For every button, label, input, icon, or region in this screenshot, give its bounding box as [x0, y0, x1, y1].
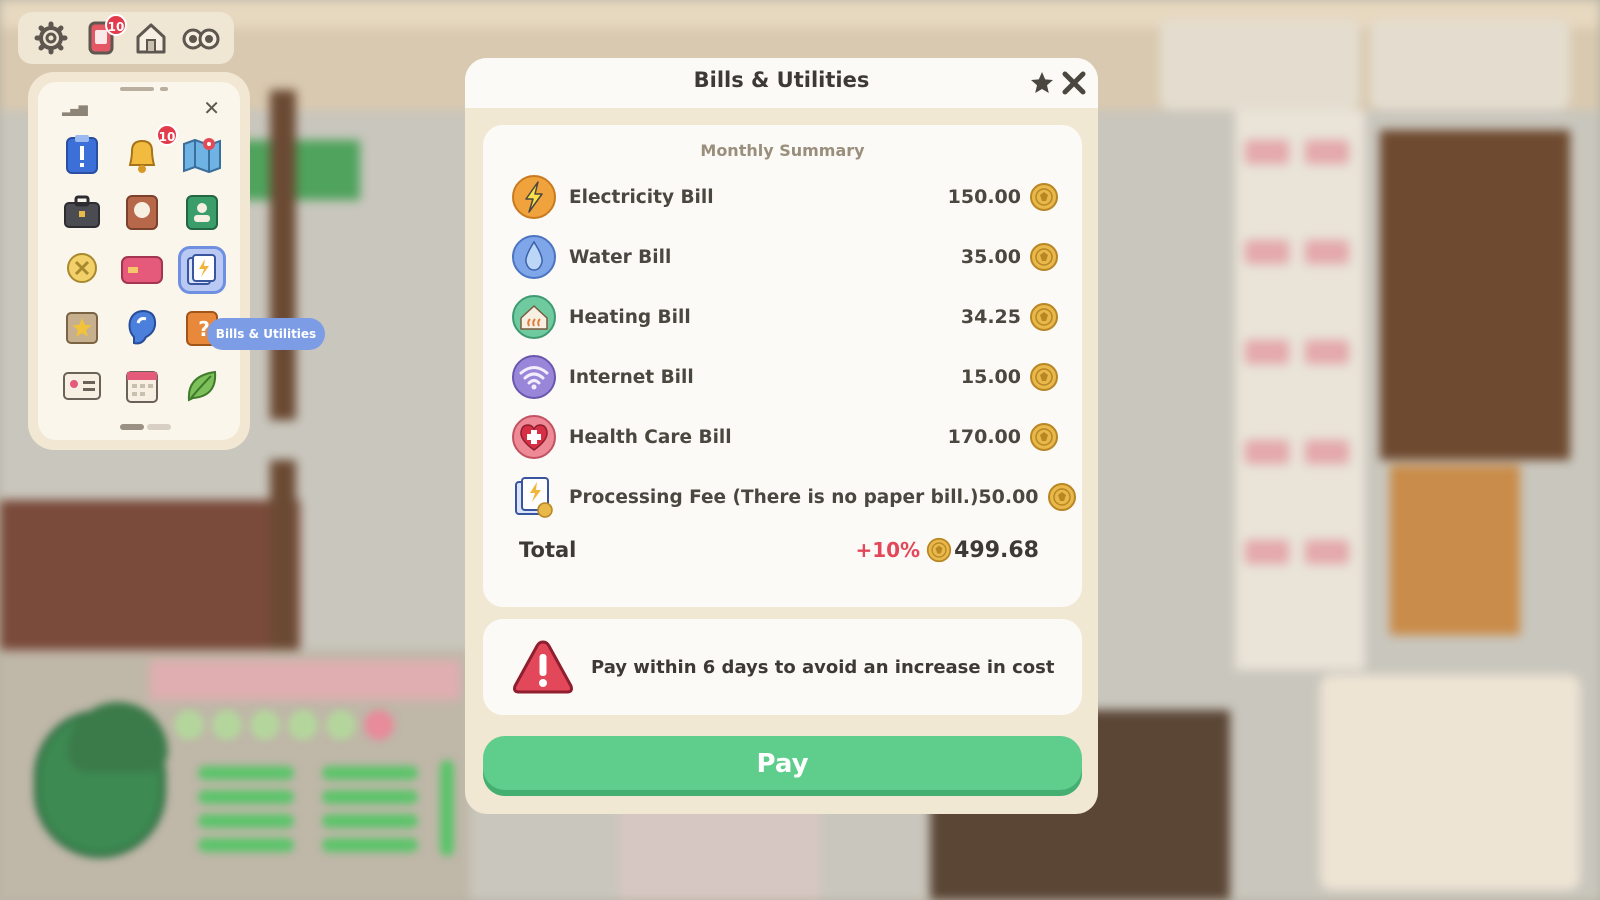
- leaf-icon: [187, 370, 217, 402]
- bill-row-water: Water Bill 35.00: [511, 232, 1059, 282]
- signal-icon: ▂▄▆: [62, 102, 88, 116]
- hud-top-bar: 10: [18, 12, 234, 64]
- coin-icon: [926, 537, 952, 563]
- app-grid: 10 ?: [58, 124, 238, 410]
- bill-row-heating: Heating Bill 34.25: [511, 292, 1059, 342]
- close-dialog-button[interactable]: [1057, 66, 1091, 100]
- profile-app-button[interactable]: [58, 362, 106, 410]
- favorite-button[interactable]: [1025, 66, 1059, 100]
- bill-amount: 35.00: [960, 246, 1021, 268]
- coin-icon: [1029, 182, 1059, 212]
- coin-icon: [1029, 422, 1059, 452]
- lightning-icon: [511, 174, 557, 220]
- phone-button[interactable]: 10: [81, 14, 127, 58]
- bank-app-button[interactable]: [118, 246, 166, 294]
- calendar-app-button[interactable]: [118, 362, 166, 410]
- contacts-book-icon: [186, 195, 218, 230]
- contacts-app-button[interactable]: [178, 188, 226, 236]
- calendar-icon: [126, 371, 158, 403]
- home-button[interactable]: [131, 18, 171, 58]
- credit-card-icon: [121, 256, 163, 284]
- bill-name: Water Bill: [569, 246, 672, 268]
- late-increase-percent: +10%: [855, 538, 921, 562]
- total-row: Total +10% 499.68: [519, 530, 1039, 570]
- house-heat-icon: [511, 294, 557, 340]
- bill-amount: 170.00: [947, 426, 1021, 448]
- phone-menu-panel: ▂▄▆ ✕ 10 ?: [28, 72, 250, 450]
- bill-card-icon: [511, 474, 557, 520]
- coin-icon: [1029, 242, 1059, 272]
- gear-icon: [34, 21, 68, 55]
- app-tooltip: Bills & Utilities: [207, 318, 325, 350]
- nature-app-button[interactable]: [178, 362, 226, 410]
- bill-row-processing-fee: Processing Fee (There is no paper bill.)…: [511, 472, 1076, 522]
- total-label: Total: [519, 538, 577, 562]
- bill-amount: 150.00: [947, 186, 1021, 208]
- player-status-panel: [22, 690, 462, 890]
- achievements-app-button[interactable]: [58, 304, 106, 352]
- bill-name: Health Care Bill: [569, 426, 732, 448]
- notifications-app-button[interactable]: 10: [118, 124, 178, 178]
- coin-icon: [1029, 302, 1059, 332]
- binoculars-icon: [182, 28, 220, 50]
- water-drop-icon: [511, 234, 557, 280]
- ear-icon: [128, 309, 157, 345]
- skills-app-button[interactable]: [58, 246, 106, 294]
- bills-icon: [187, 254, 216, 285]
- map-app-button[interactable]: [178, 130, 226, 178]
- dialog-title: Bills & Utilities: [693, 68, 870, 92]
- skill-bulb-icon: [67, 253, 97, 283]
- bill-row-internet: Internet Bill 15.00: [511, 352, 1059, 402]
- bill-name: Electricity Bill: [569, 186, 714, 208]
- quests-app-button[interactable]: [58, 130, 106, 178]
- monthly-summary-card: Monthly Summary Electricity Bill 150.00: [483, 125, 1082, 607]
- bill-amount: 50.00: [978, 486, 1039, 508]
- bill-row-electricity: Electricity Bill 150.00: [511, 172, 1059, 222]
- map-icon: [183, 138, 221, 174]
- close-icon[interactable]: ✕: [203, 98, 220, 118]
- bills-utilities-dialog: Bills & Utilities Monthly Summary Electr…: [465, 58, 1098, 814]
- summary-heading: Monthly Summary: [700, 141, 865, 160]
- binoculars-button[interactable]: [181, 18, 221, 58]
- star-badge-icon: [66, 312, 98, 344]
- bill-amount: 15.00: [960, 366, 1021, 388]
- id-card-icon: [63, 372, 101, 400]
- dialog-header: Bills & Utilities: [465, 58, 1098, 108]
- jobs-app-button[interactable]: [58, 188, 106, 236]
- coin-icon: [1029, 362, 1059, 392]
- recipes-app-button[interactable]: [118, 188, 166, 236]
- listen-app-button[interactable]: [118, 304, 166, 352]
- settings-button[interactable]: [31, 18, 71, 58]
- bill-name: Processing Fee (There is no paper bill.): [569, 486, 979, 508]
- page-indicator: [120, 424, 171, 430]
- bills-utilities-app-button[interactable]: [178, 246, 226, 294]
- close-icon: [1062, 71, 1086, 95]
- clipboard-alert-icon: [66, 135, 98, 174]
- bill-amount: 34.25: [960, 306, 1021, 328]
- payment-warning: Pay within 6 days to avoid an increase i…: [483, 619, 1082, 715]
- bill-name: Internet Bill: [569, 366, 694, 388]
- star-icon: [1031, 72, 1053, 93]
- home-icon: [136, 23, 166, 54]
- bill-row-health-care: Health Care Bill 170.00: [511, 412, 1059, 462]
- total-amount: 499.68: [954, 537, 1039, 563]
- warning-text: Pay within 6 days to avoid an increase i…: [591, 656, 1055, 678]
- briefcase-icon: [64, 195, 100, 228]
- heart-cross-icon: [511, 414, 557, 460]
- warning-triangle-icon: [513, 640, 573, 694]
- bill-name: Heating Bill: [569, 306, 691, 328]
- pay-button[interactable]: Pay: [483, 736, 1082, 796]
- recipe-book-icon: [126, 195, 158, 230]
- wifi-icon: [511, 354, 557, 400]
- phone-notification-badge: 10: [105, 14, 127, 36]
- notifications-badge: 10: [156, 124, 178, 146]
- coin-icon: [1047, 482, 1077, 512]
